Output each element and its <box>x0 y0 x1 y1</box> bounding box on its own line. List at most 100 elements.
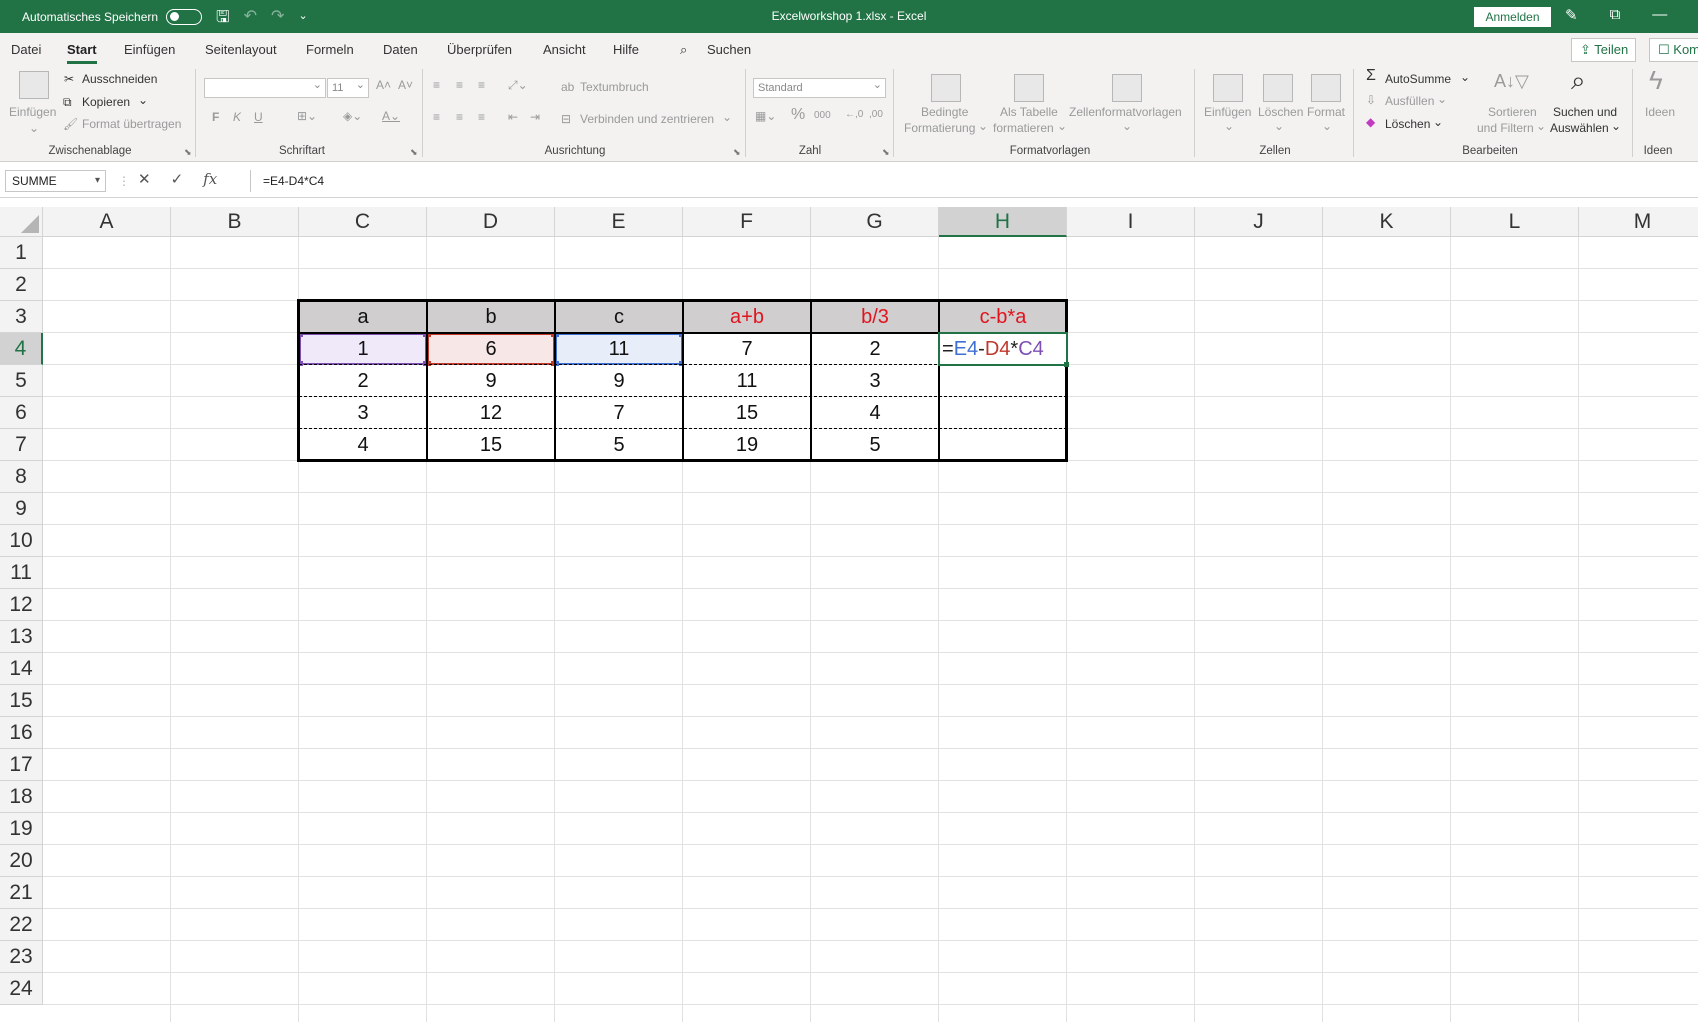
format-as-table-line1[interactable]: Als Tabelle <box>1000 105 1058 119</box>
table-data-cell[interactable]: 9 <box>555 365 683 397</box>
autosum-dropdown-icon[interactable]: ⌄ <box>1460 70 1470 84</box>
clear-button[interactable]: Löschen <box>1385 117 1430 131</box>
redo-icon[interactable]: ↷ <box>271 6 284 33</box>
shrink-font-icon[interactable]: A˅ <box>398 78 413 92</box>
formula-input[interactable]: =E4-D4*C4 <box>250 170 1698 192</box>
fill-button[interactable]: Ausfüllen <box>1385 94 1434 108</box>
cell-styles-dropdown-icon[interactable]: ⌄ <box>1122 119 1132 133</box>
autosum-icon[interactable]: Σ <box>1366 67 1376 85</box>
select-all-button[interactable] <box>0 207 43 237</box>
align-left-icon[interactable]: ≡ <box>433 110 440 124</box>
comments-button[interactable]: ☐ Kom <box>1649 38 1698 62</box>
autosave-toggle[interactable] <box>166 9 203 25</box>
grow-font-icon[interactable]: A˄ <box>376 78 391 92</box>
row-header-20[interactable]: 20 <box>0 845 43 877</box>
tab-ueberpruefen[interactable]: Überprüfen <box>447 42 512 57</box>
row-header-10[interactable]: 10 <box>0 525 43 557</box>
merge-center-button[interactable]: Verbinden und zentrieren <box>580 112 714 126</box>
clear-dropdown-icon[interactable]: ⌄ <box>1433 115 1443 129</box>
align-bottom-icon[interactable]: ≡ <box>478 78 485 92</box>
sort-filter-line2[interactable]: und Filtern <box>1477 121 1534 135</box>
table-data-cell[interactable]: 15 <box>427 429 555 461</box>
column-header-m[interactable]: M <box>1579 207 1698 237</box>
table-data-cell[interactable]: 1 <box>299 333 427 365</box>
table-header-cell[interactable]: a <box>299 301 427 333</box>
sort-filter-dropdown-icon[interactable]: ⌄ <box>1536 119 1546 133</box>
row-header-18[interactable]: 18 <box>0 781 43 813</box>
row-header-11[interactable]: 11 <box>0 557 43 589</box>
undo-icon[interactable]: ↶ <box>244 6 257 33</box>
delete-cells-dropdown-icon[interactable]: ⌄ <box>1274 119 1284 133</box>
clipboard-launcher-icon[interactable]: ⬊ <box>184 147 192 158</box>
row-header-12[interactable]: 12 <box>0 589 43 621</box>
row-header-21[interactable]: 21 <box>0 877 43 909</box>
borders-icon[interactable]: ⊞⌄ <box>297 109 317 123</box>
percent-icon[interactable]: % <box>791 106 805 124</box>
table-header-cell[interactable]: c <box>555 301 683 333</box>
insert-cells-dropdown-icon[interactable]: ⌄ <box>1224 119 1234 133</box>
ideas-icon[interactable]: ϟ <box>1649 65 1663 96</box>
font-launcher-icon[interactable]: ⬊ <box>410 147 418 158</box>
row-header-9[interactable]: 9 <box>0 493 43 525</box>
find-select-dropdown-icon[interactable]: ⌄ <box>1611 119 1621 133</box>
table-data-cell[interactable]: 6 <box>427 333 555 365</box>
row-header-16[interactable]: 16 <box>0 717 43 749</box>
decrease-indent-icon[interactable]: ⇤ <box>508 110 518 124</box>
column-header-l[interactable]: L <box>1451 207 1579 237</box>
fill-icon[interactable]: ⇩ <box>1366 93 1376 107</box>
insert-cells-icon[interactable] <box>1213 74 1243 102</box>
row-header-13[interactable]: 13 <box>0 621 43 653</box>
table-data-cell[interactable]: 11 <box>683 365 811 397</box>
table-data-cell[interactable]: 5 <box>811 429 939 461</box>
table-data-cell[interactable]: 2 <box>299 365 427 397</box>
worksheet-grid[interactable]: A B C D E F G H I J K L M 1 2 3 4 5 6 7 8 9 10 11 12 13 14 15 16 17 18… <box>0 207 1698 1022</box>
tab-start[interactable]: Start <box>67 42 97 64</box>
table-header-cell[interactable]: b/3 <box>811 301 939 333</box>
format-cells-dropdown-icon[interactable]: ⌄ <box>1322 119 1332 133</box>
merge-icon[interactable]: ⊟ <box>561 112 571 126</box>
tab-daten[interactable]: Daten <box>383 42 418 57</box>
conditional-formatting-line2[interactable]: Formatierung <box>904 121 975 135</box>
row-header-15[interactable]: 15 <box>0 685 43 717</box>
row-header-3[interactable]: 3 <box>0 301 43 333</box>
merge-dropdown-icon[interactable]: ⌄ <box>722 110 732 124</box>
column-header-h[interactable]: H <box>939 207 1067 237</box>
thousands-icon[interactable]: 000 <box>814 110 831 121</box>
table-header-cell[interactable]: b <box>427 301 555 333</box>
row-header-1[interactable]: 1 <box>0 237 43 269</box>
table-data-cell[interactable]: 2 <box>811 333 939 365</box>
copy-icon[interactable]: ⧉ <box>63 95 72 110</box>
format-cells-button[interactable]: Format <box>1307 105 1345 119</box>
paste-dropdown-icon[interactable]: ⌄ <box>29 121 39 135</box>
format-as-table-dropdown-icon[interactable]: ⌄ <box>1057 119 1067 133</box>
row-header-14[interactable]: 14 <box>0 653 43 685</box>
row-header-7[interactable]: 7 <box>0 429 43 461</box>
delete-cells-button[interactable]: Löschen <box>1258 105 1303 119</box>
table-data-cell[interactable]: 19 <box>683 429 811 461</box>
column-header-k[interactable]: K <box>1323 207 1451 237</box>
formula-bar-grip-icon[interactable]: ⋮ <box>118 174 130 188</box>
paste-icon[interactable] <box>19 71 49 99</box>
cell-styles-button[interactable]: Zellenformatvorlagen <box>1069 105 1182 119</box>
table-data-cell[interactable]: 9 <box>427 365 555 397</box>
table-data-cell[interactable]: 7 <box>555 397 683 429</box>
wrap-text-button[interactable]: Textumbruch <box>580 80 649 94</box>
increase-indent-icon[interactable]: ⇥ <box>530 110 540 124</box>
paste-button[interactable]: Einfügen <box>9 105 56 119</box>
cut-icon[interactable]: ✂ <box>64 72 74 86</box>
underline-button[interactable]: U <box>254 110 263 124</box>
find-select-line2[interactable]: Auswählen <box>1550 121 1609 135</box>
fill-color-icon[interactable]: ◈⌄ <box>343 109 362 123</box>
row-header-19[interactable]: 19 <box>0 813 43 845</box>
font-size-combo[interactable]: 11 <box>327 76 369 98</box>
conditional-formatting-dropdown-icon[interactable]: ⌄ <box>978 119 988 133</box>
font-color-icon[interactable]: A⌄ <box>382 109 400 123</box>
copy-button[interactable]: Kopieren <box>82 95 130 109</box>
column-header-f[interactable]: F <box>683 207 811 237</box>
autosum-button[interactable]: AutoSumme <box>1385 72 1451 86</box>
table-data-cell[interactable]: 3 <box>299 397 427 429</box>
insert-function-icon[interactable]: fx <box>203 170 217 188</box>
tab-seitenlayout[interactable]: Seitenlayout <box>205 42 277 57</box>
orientation-icon[interactable]: ⤢⌄ <box>508 78 528 93</box>
cancel-icon[interactable]: ✕ <box>138 170 151 188</box>
